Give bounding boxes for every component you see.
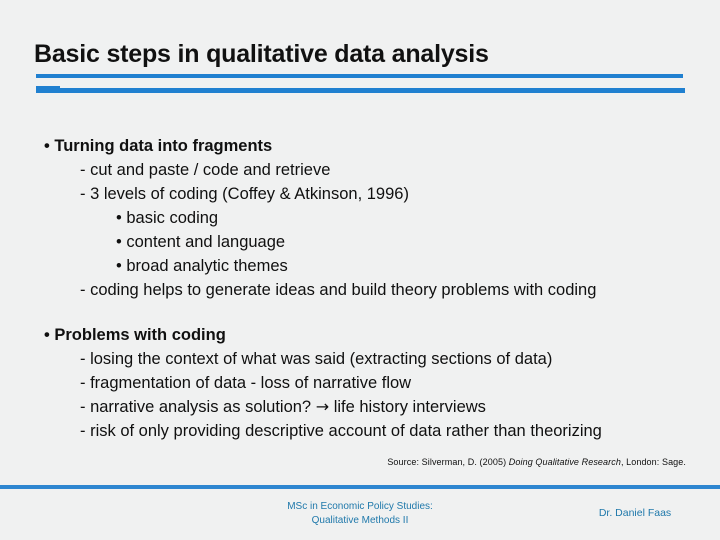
slide-body: • Turning data into fragments - cut and …	[0, 134, 720, 443]
bullet-item: - losing the context of what was said (e…	[80, 350, 553, 368]
source-prefix: Source: Silverman, D. (2005)	[387, 457, 509, 467]
bullet-item-with-arrow: - narrative analysis as solution? → life…	[0, 395, 720, 419]
bullet-item: - cut and paste / code and retrieve	[80, 161, 331, 179]
bullet-heading-turning-data: • Turning data into fragments	[44, 137, 273, 155]
slide-footer: MSc in Economic Policy Studies: Qualitat…	[0, 489, 720, 540]
bullet-item-arrow-prefix: - narrative analysis as solution?	[80, 398, 316, 416]
bullet-subitem: • broad analytic themes	[116, 257, 288, 275]
bullet-item: - fragmentation of data - loss of narrat…	[80, 374, 412, 392]
right-arrow-icon: →	[315, 397, 330, 416]
footer-course-info: MSc in Economic Policy Studies: Qualitat…	[240, 500, 480, 528]
source-suffix: , London: Sage.	[620, 457, 686, 467]
source-citation: Source: Silverman, D. (2005) Doing Quali…	[0, 457, 686, 467]
title-rule-upper	[36, 74, 683, 78]
slide: Basic steps in qualitative data analysis…	[0, 0, 720, 540]
bullet-item: - 3 levels of coding (Coffey & Atkinson,…	[80, 185, 409, 203]
source-title: Doing Qualitative Research	[508, 457, 621, 467]
title-rule-stub	[36, 86, 60, 93]
bullet-subitem: • content and language	[116, 233, 286, 251]
title-rule-lower	[36, 88, 685, 93]
footer-course-line1: MSc in Economic Policy Studies:	[287, 501, 433, 512]
bullet-item: - risk of only providing descriptive acc…	[80, 422, 602, 440]
bullet-item: - coding helps to generate ideas and bui…	[80, 281, 597, 299]
footer-course-line2: Qualitative Methods II	[311, 515, 409, 526]
footer-presenter: Dr. Daniel Faas	[598, 507, 672, 519]
bullet-subitem: • basic coding	[116, 209, 219, 227]
bullet-item-arrow-suffix: life history interviews	[329, 398, 486, 416]
page-title: Basic steps in qualitative data analysis	[34, 40, 489, 68]
bullet-heading-problems-with-coding: • Problems with coding	[44, 326, 226, 344]
